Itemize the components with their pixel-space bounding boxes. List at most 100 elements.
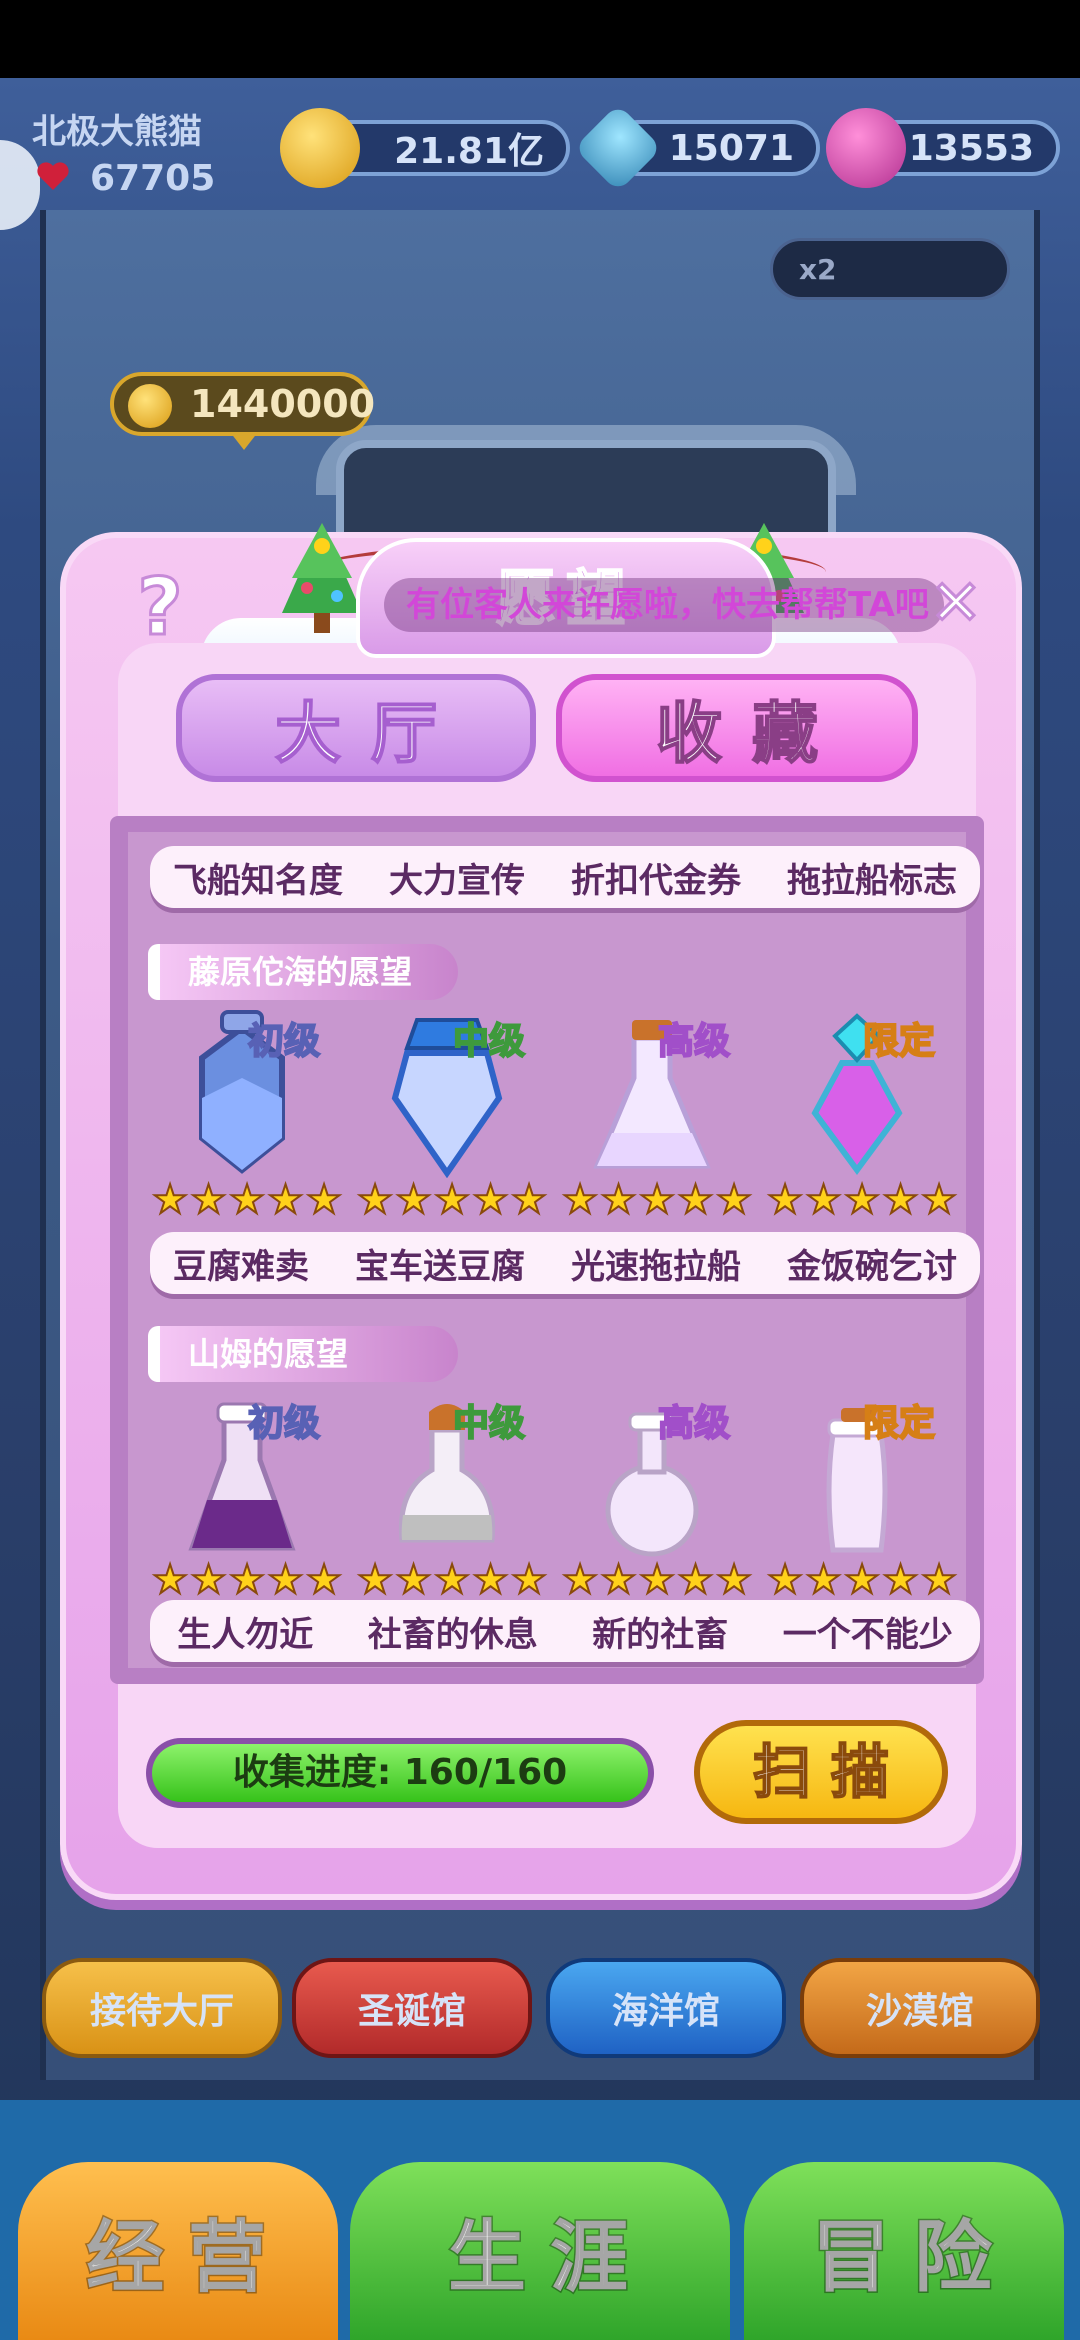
star-icon: ★ [356, 1177, 394, 1223]
star-icon: ★ [766, 1557, 804, 1603]
progress-fill: 收集进度: 160/160 [152, 1744, 648, 1802]
tier-label: 高级 [657, 1020, 731, 1063]
star-icon: ★ [305, 1177, 343, 1223]
star-icon: ★ [638, 1177, 676, 1223]
star-icon: ★ [677, 1177, 715, 1223]
star-icon: ★ [920, 1177, 958, 1223]
coins-value: 21.81亿 [394, 131, 544, 172]
wish-bottle[interactable]: 中级 [357, 1390, 537, 1560]
list-item: 宝车送豆腐 [355, 1246, 525, 1287]
stars-row: ★ ★ ★ ★ ★ ★ ★ ★ ★ ★ ★ ★ ★ ★ ★ ★ ★ ★ ★ ★ [151, 1557, 982, 1604]
star-icon: ★ [151, 1177, 189, 1223]
star-icon: ★ [395, 1177, 433, 1223]
star-icon: ★ [920, 1557, 958, 1603]
star-icon: ★ [510, 1177, 548, 1223]
tab-favorites[interactable]: 收藏 [556, 674, 918, 782]
star-icon: ★ [433, 1557, 471, 1603]
list-item: 一个不能少 [782, 1614, 953, 1655]
star-icon: ★ [805, 1557, 843, 1603]
star-icon: ★ [561, 1557, 599, 1603]
wish-bottle[interactable]: 初级 [152, 1390, 332, 1560]
star-icon: ★ [882, 1557, 920, 1603]
star-icon: ★ [433, 1177, 471, 1223]
star-icon: ★ [228, 1177, 266, 1223]
top-label-row: 飞船知名度 大力宣传 折扣代金券 拖拉船标志 [150, 846, 980, 908]
modal-footer: 收集进度: 160/160 扫描 [110, 1698, 984, 1848]
star-icon: ★ [267, 1557, 305, 1603]
star-rating: ★ ★ ★ ★ ★ [766, 1177, 958, 1224]
tier-label: 高级 [657, 1402, 731, 1445]
nav-manage-button[interactable]: 经营 [18, 2162, 338, 2340]
tier-label: 中级 [452, 1402, 526, 1445]
tier-label: 限定 [862, 1402, 936, 1445]
hall-tab-label: 海洋馆 [611, 1991, 720, 2032]
coin-bubble-value: 1440000 [190, 382, 376, 426]
bottle-row: 初级 中级 高级 限定 [152, 1008, 982, 1179]
heart-icon [37, 162, 69, 190]
gems-value: 15071 [668, 127, 794, 169]
star-rating: ★ ★ ★ ★ ★ [561, 1557, 753, 1604]
star-icon: ★ [766, 1177, 804, 1223]
token-icon [826, 108, 906, 188]
hall-tab-desert[interactable]: 沙漠馆 [800, 1958, 1040, 2058]
wish-modal: 愿望 ? 有位客人来许愿啦，快去帮帮TA吧 ✕ 大厅 收藏 飞船知名度 大力宣传… [60, 523, 1022, 1900]
star-icon: ★ [715, 1177, 753, 1223]
star-icon: ★ [805, 1177, 843, 1223]
notice-marquee: 有位客人来许愿啦，快去帮帮TA吧 [384, 578, 944, 632]
hall-tab-label: 圣诞馆 [357, 1991, 466, 2032]
nav-adventure-button[interactable]: 冒险 [744, 2162, 1064, 2340]
wish-bottle[interactable]: 高级 [562, 1008, 742, 1178]
tier-label: 限定 [862, 1020, 936, 1063]
star-rating: ★ ★ ★ ★ ★ [766, 1557, 958, 1604]
coin-bubble[interactable]: 1440000 [110, 372, 376, 436]
list-item: 豆腐难卖 [173, 1246, 309, 1287]
star-icon: ★ [715, 1557, 753, 1603]
star-icon: ★ [882, 1177, 920, 1223]
star-icon: ★ [843, 1557, 881, 1603]
star-icon: ★ [228, 1557, 266, 1603]
tier-label: 中级 [452, 1020, 526, 1063]
star-icon: ★ [677, 1557, 715, 1603]
scan-button[interactable]: 扫描 [694, 1720, 948, 1824]
list-item: 生人勿近 [177, 1614, 314, 1655]
star-icon: ★ [395, 1557, 433, 1603]
wish-bottle[interactable]: 限定 [767, 1008, 947, 1178]
close-button[interactable]: ✕ [921, 566, 991, 639]
wish-bottle[interactable]: 初级 [152, 1008, 332, 1178]
player-name: 北极大熊猫 [32, 112, 202, 152]
star-icon: ★ [190, 1177, 228, 1223]
bottle-row: 初级 中级 高级 限定 [152, 1390, 982, 1560]
hall-tab-label: 接待大厅 [89, 1991, 234, 2032]
section-title: 藤原佗海的愿望 [148, 944, 458, 1000]
star-rating: ★ ★ ★ ★ ★ [561, 1177, 753, 1224]
star-icon: ★ [190, 1557, 228, 1603]
tier-label: 初级 [247, 1402, 321, 1445]
nav-label: 生涯 [446, 2212, 652, 2305]
star-icon: ★ [356, 1557, 394, 1603]
bubble-tail [230, 432, 258, 450]
wish-bottle[interactable]: 限定 [767, 1390, 947, 1560]
star-icon: ★ [843, 1177, 881, 1223]
list-item: 拖拉船标志 [787, 860, 957, 901]
list-item: 社畜的休息 [367, 1614, 538, 1655]
list-item: 折扣代金券 [571, 860, 741, 901]
help-button[interactable]: ? [124, 565, 196, 652]
tab-hall[interactable]: 大厅 [176, 674, 536, 782]
tab-hall-label: 大厅 [274, 694, 467, 773]
collection-list: 飞船知名度 大力宣传 折扣代金券 拖拉船标志 藤原佗海的愿望 初级 中级 高级 … [110, 816, 984, 1684]
hall-tab-reception[interactable]: 接待大厅 [42, 1958, 282, 2058]
collection-panel[interactable]: 飞船知名度 大力宣传 折扣代金券 拖拉船标志 藤原佗海的愿望 初级 中级 高级 … [128, 832, 980, 1668]
status-bar [0, 0, 1080, 78]
hall-tab-ocean[interactable]: 海洋馆 [546, 1958, 786, 2058]
wish-bottle[interactable]: 中级 [357, 1008, 537, 1179]
star-icon: ★ [472, 1177, 510, 1223]
hearts-count: 67705 [90, 158, 216, 199]
wish-bottle[interactable]: 高级 [562, 1390, 742, 1560]
list-item: 金饭碗乞讨 [787, 1246, 957, 1287]
star-rating: ★ ★ ★ ★ ★ [151, 1557, 343, 1604]
nav-career-button[interactable]: 生涯 [350, 2162, 730, 2340]
multiplier-pill[interactable]: x2 [770, 238, 1010, 300]
star-icon: ★ [267, 1177, 305, 1223]
star-rating: ★ ★ ★ ★ ★ [356, 1177, 548, 1224]
hall-tab-christmas[interactable]: 圣诞馆 [292, 1958, 532, 2058]
